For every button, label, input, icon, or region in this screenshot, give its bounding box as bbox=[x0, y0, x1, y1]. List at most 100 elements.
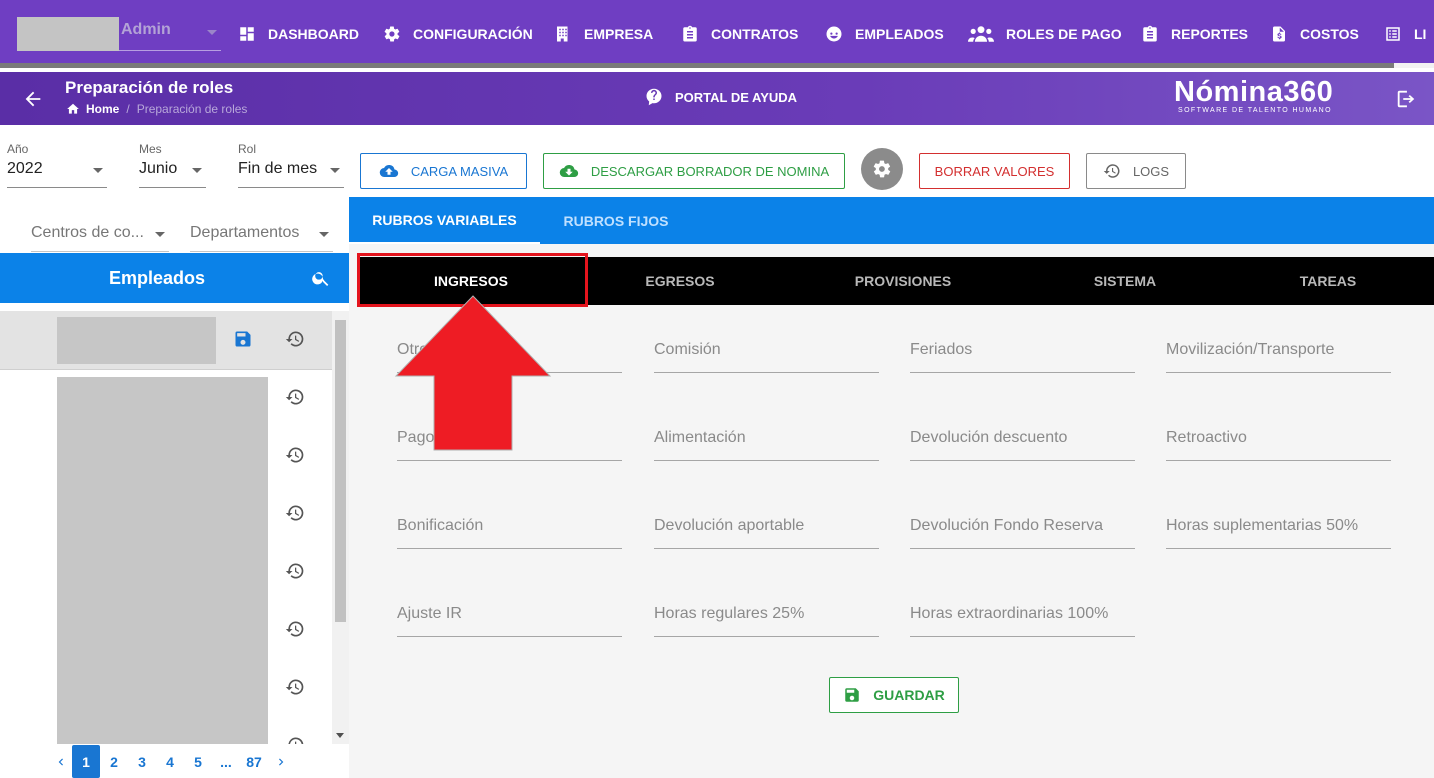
ajuste-ir-field[interactable]: Ajuste IR bbox=[397, 597, 622, 637]
scrollbar-thumb[interactable] bbox=[335, 320, 346, 622]
history-icon[interactable] bbox=[285, 561, 305, 581]
back-arrow-icon[interactable] bbox=[22, 88, 44, 110]
nav-roles-de-pago[interactable]: ROLES DE PAGO bbox=[968, 22, 1122, 46]
department-select[interactable]: Departamentos bbox=[190, 210, 333, 252]
devolucion-fondo-reserva-field[interactable]: Devolución Fondo Reserva bbox=[910, 509, 1135, 549]
nav-label: DASHBOARD bbox=[268, 26, 359, 42]
breadcrumb-current: Preparación de roles bbox=[136, 102, 248, 116]
settings-button[interactable] bbox=[861, 148, 903, 190]
field-label: Horas extraordinarias 100% bbox=[910, 605, 1109, 622]
search-icon[interactable] bbox=[311, 268, 331, 288]
field-label: Devolución Fondo Reserva bbox=[910, 517, 1103, 534]
help-portal-link[interactable]: PORTAL DE AYUDA bbox=[645, 88, 797, 106]
devolucion-aportable-field[interactable]: Devolución aportable bbox=[654, 509, 879, 549]
devolucion-descuento-field[interactable]: Devolución descuento bbox=[910, 421, 1135, 461]
month-label: Mes bbox=[139, 142, 162, 156]
month-select[interactable]: Mes Junio bbox=[139, 140, 206, 188]
cloud-download-icon bbox=[559, 164, 578, 178]
bonificacion-field[interactable]: Bonificación bbox=[397, 509, 622, 549]
comision-field[interactable]: Comisión bbox=[654, 333, 879, 373]
home-icon[interactable] bbox=[66, 102, 80, 116]
feriados-field[interactable]: Feriados bbox=[910, 333, 1135, 373]
field-label: Retroactivo bbox=[1166, 429, 1247, 446]
face-icon bbox=[826, 26, 842, 42]
download-draft-button[interactable]: DESCARGAR BORRADOR DE NOMINA bbox=[543, 153, 845, 189]
history-icon[interactable] bbox=[285, 387, 305, 407]
movilizacion-field[interactable]: Movilización/Transporte bbox=[1166, 333, 1391, 373]
history-icon bbox=[1103, 164, 1120, 178]
tab-sistema[interactable]: SISTEMA bbox=[1014, 257, 1236, 305]
horas-regulares-field[interactable]: Horas regulares 25% bbox=[654, 597, 879, 637]
history-icon[interactable] bbox=[285, 735, 305, 744]
clear-values-button[interactable]: BORRAR VALORES bbox=[919, 153, 1070, 189]
history-icon[interactable] bbox=[285, 503, 305, 523]
user-name: Admin bbox=[121, 21, 171, 38]
tab-rubros-variables[interactable]: RUBROS VARIABLES bbox=[349, 197, 540, 244]
breadcrumb-separator: / bbox=[126, 102, 130, 116]
scroll-down-arrow-icon[interactable] bbox=[336, 733, 344, 738]
nav-reportes[interactable]: REPORTES bbox=[1141, 22, 1248, 46]
save-button[interactable]: GUARDAR bbox=[829, 677, 959, 713]
field-label: Devolución aportable bbox=[654, 517, 805, 534]
tab-rubros-fijos[interactable]: RUBROS FIJOS bbox=[540, 197, 692, 244]
page-button[interactable]: 3 bbox=[128, 745, 156, 778]
brand-name: Nómina360 bbox=[1174, 76, 1334, 108]
chevron-down-icon bbox=[155, 232, 165, 237]
page-button[interactable]: 87 bbox=[240, 745, 268, 778]
bulk-upload-button[interactable]: CARGA MASIVA bbox=[360, 153, 527, 189]
cloud-upload-icon bbox=[379, 164, 398, 178]
nav-empleados[interactable]: EMPLEADOS bbox=[825, 22, 944, 46]
page-button[interactable]: 5 bbox=[184, 745, 212, 778]
employee-list bbox=[0, 311, 332, 744]
page-button[interactable]: 4 bbox=[156, 745, 184, 778]
nav-empresa[interactable]: EMPRESA bbox=[554, 22, 653, 46]
pagination: 1 2 3 4 5 ... 87 bbox=[50, 745, 294, 778]
month-value: Junio bbox=[139, 160, 178, 177]
logs-label: LOGS bbox=[1132, 163, 1170, 179]
page-button[interactable]: 2 bbox=[100, 745, 128, 778]
page-header: Preparación de roles Home / Preparación … bbox=[0, 72, 1434, 125]
chevron-down-icon bbox=[93, 168, 103, 173]
nav-label: ROLES DE PAGO bbox=[1006, 26, 1122, 42]
nav-label: EMPLEADOS bbox=[855, 26, 944, 42]
logs-button[interactable]: LOGS bbox=[1086, 153, 1186, 189]
nav-contratos[interactable]: CONTRATOS bbox=[681, 22, 798, 46]
field-label: Horas suplementarias 50% bbox=[1166, 517, 1359, 534]
year-select[interactable]: Año 2022 bbox=[7, 140, 107, 188]
user-select[interactable]: Admin bbox=[119, 17, 221, 51]
gear-icon bbox=[384, 26, 400, 42]
nav-configuracion[interactable]: CONFIGURACIÓN bbox=[383, 22, 533, 46]
rol-select[interactable]: Rol Fin de mes bbox=[238, 140, 344, 188]
history-icon[interactable] bbox=[285, 677, 305, 697]
chevron-down-icon bbox=[319, 232, 329, 237]
rol-label: Rol bbox=[238, 142, 257, 156]
page-button[interactable]: 1 bbox=[72, 745, 100, 778]
save-icon[interactable] bbox=[233, 329, 253, 349]
horas-suplementarias-field[interactable]: Horas suplementarias 50% bbox=[1166, 509, 1391, 549]
page-title: Preparación de roles bbox=[65, 78, 234, 97]
logout-icon[interactable] bbox=[1395, 88, 1417, 110]
horas-extraordinarias-field[interactable]: Horas extraordinarias 100% bbox=[910, 597, 1135, 637]
history-icon[interactable] bbox=[285, 329, 305, 349]
history-icon[interactable] bbox=[285, 619, 305, 639]
retroactivo-field[interactable]: Retroactivo bbox=[1166, 421, 1391, 461]
clipboard-icon bbox=[683, 25, 697, 42]
people-icon bbox=[968, 26, 994, 42]
tab-egresos[interactable]: EGRESOS bbox=[569, 257, 791, 305]
avatar[interactable] bbox=[17, 17, 119, 51]
next-page-button[interactable] bbox=[268, 745, 294, 778]
tab-tareas[interactable]: TAREAS bbox=[1217, 257, 1434, 305]
history-icon[interactable] bbox=[285, 445, 305, 465]
prev-page-button[interactable] bbox=[50, 745, 72, 778]
field-label: Comisión bbox=[654, 341, 721, 358]
nav-dashboard[interactable]: DASHBOARD bbox=[238, 22, 359, 46]
nav-progress-line bbox=[0, 63, 1394, 68]
cost-center-select[interactable]: Centros de co... bbox=[31, 210, 169, 252]
rol-value: Fin de mes bbox=[238, 160, 318, 177]
nav-costos[interactable]: COSTOS bbox=[1270, 22, 1359, 46]
alimentacion-field[interactable]: Alimentación bbox=[654, 421, 879, 461]
nav-more[interactable]: LI bbox=[1384, 22, 1426, 46]
chevron-down-icon bbox=[192, 168, 202, 173]
tab-provisiones[interactable]: PROVISIONES bbox=[792, 257, 1014, 305]
breadcrumb-home[interactable]: Home bbox=[86, 102, 119, 116]
